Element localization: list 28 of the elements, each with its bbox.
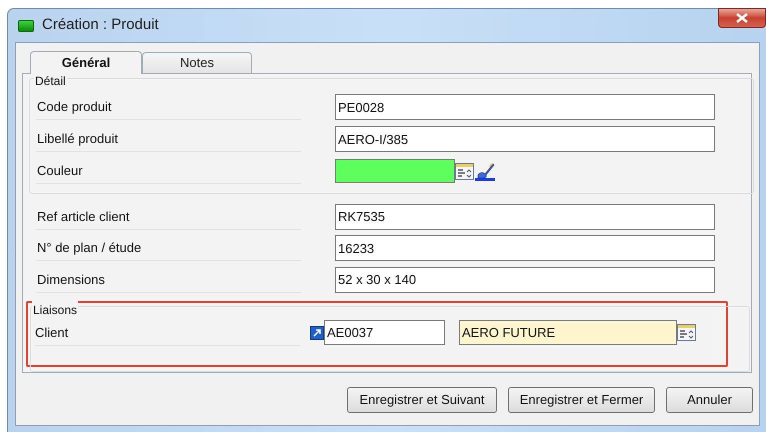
field-label: Dimensions — [36, 266, 301, 293]
close-button[interactable] — [718, 8, 766, 28]
input-field[interactable]: AE0037 — [324, 320, 445, 345]
input-field[interactable]: 16233 — [335, 235, 715, 262]
action-button[interactable]: Enregistrer et Suivant — [347, 387, 497, 413]
app-icon — [18, 20, 34, 32]
tab[interactable]: Général — [30, 51, 142, 74]
brush-icon[interactable] — [474, 161, 495, 181]
field-label: Couleur — [36, 158, 301, 184]
list-picker-icon[interactable] — [677, 324, 696, 341]
input-field[interactable]: 52 x 30 x 140 — [335, 266, 715, 293]
field-label: Code produit — [36, 94, 301, 120]
field-label: Ref article client — [36, 204, 301, 230]
input-field[interactable]: AERO-I/385 — [335, 126, 715, 152]
tab[interactable]: Notes — [142, 52, 252, 73]
action-button[interactable]: Annuler — [666, 387, 753, 413]
field-label: N° de plan / étude — [36, 235, 301, 262]
link-arrow-icon[interactable] — [310, 326, 324, 340]
input-field[interactable]: AERO FUTURE — [459, 320, 677, 345]
field-label: Client — [35, 320, 300, 346]
field-label: Libellé produit — [36, 126, 301, 152]
list-picker-icon[interactable] — [455, 162, 474, 180]
window-title: Création : Produit — [42, 15, 159, 36]
action-button[interactable]: Enregistrer et Fermer — [508, 387, 655, 413]
input-field[interactable]: RK7535 — [335, 204, 715, 230]
close-icon — [736, 13, 748, 23]
input-field[interactable]: PE0028 — [335, 94, 715, 120]
color-field[interactable] — [335, 159, 455, 183]
